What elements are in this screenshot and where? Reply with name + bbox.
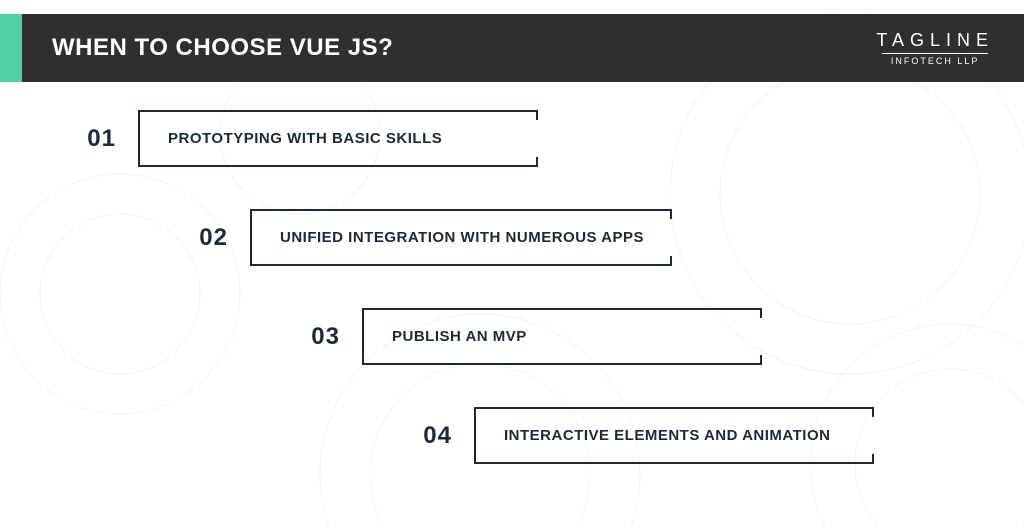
- list-item: 04 INTERACTIVE ELEMENTS AND ANIMATION: [408, 407, 1024, 464]
- item-box: PROTOTYPING WITH BASIC SKILLS: [138, 110, 538, 167]
- header-main: WHEN TO CHOOSE VUE JS? TAGLINE INFOTECH …: [22, 14, 1024, 82]
- list-item: 01 PROTOTYPING WITH BASIC SKILLS: [72, 110, 1024, 167]
- page-title: WHEN TO CHOOSE VUE JS?: [52, 34, 393, 62]
- item-box: UNIFIED INTEGRATION WITH NUMEROUS APPS: [250, 209, 672, 266]
- item-number: 03: [296, 323, 340, 351]
- item-number: 02: [184, 224, 228, 252]
- item-number: 01: [72, 125, 116, 153]
- header-bar: WHEN TO CHOOSE VUE JS? TAGLINE INFOTECH …: [0, 14, 1024, 82]
- list-item: 03 PUBLISH AN MVP: [296, 308, 1024, 365]
- logo-subtitle: INFOTECH LLP: [876, 53, 994, 66]
- item-box: INTERACTIVE ELEMENTS AND ANIMATION: [474, 407, 874, 464]
- item-number: 04: [408, 422, 452, 450]
- header-accent: [0, 14, 22, 82]
- logo-name: TAGLINE: [876, 30, 994, 51]
- list-item: 02 UNIFIED INTEGRATION WITH NUMEROUS APP…: [184, 209, 1024, 266]
- brand-logo: TAGLINE INFOTECH LLP: [876, 30, 994, 66]
- item-box: PUBLISH AN MVP: [362, 308, 762, 365]
- content-area: 01 PROTOTYPING WITH BASIC SKILLS 02 UNIF…: [0, 82, 1024, 464]
